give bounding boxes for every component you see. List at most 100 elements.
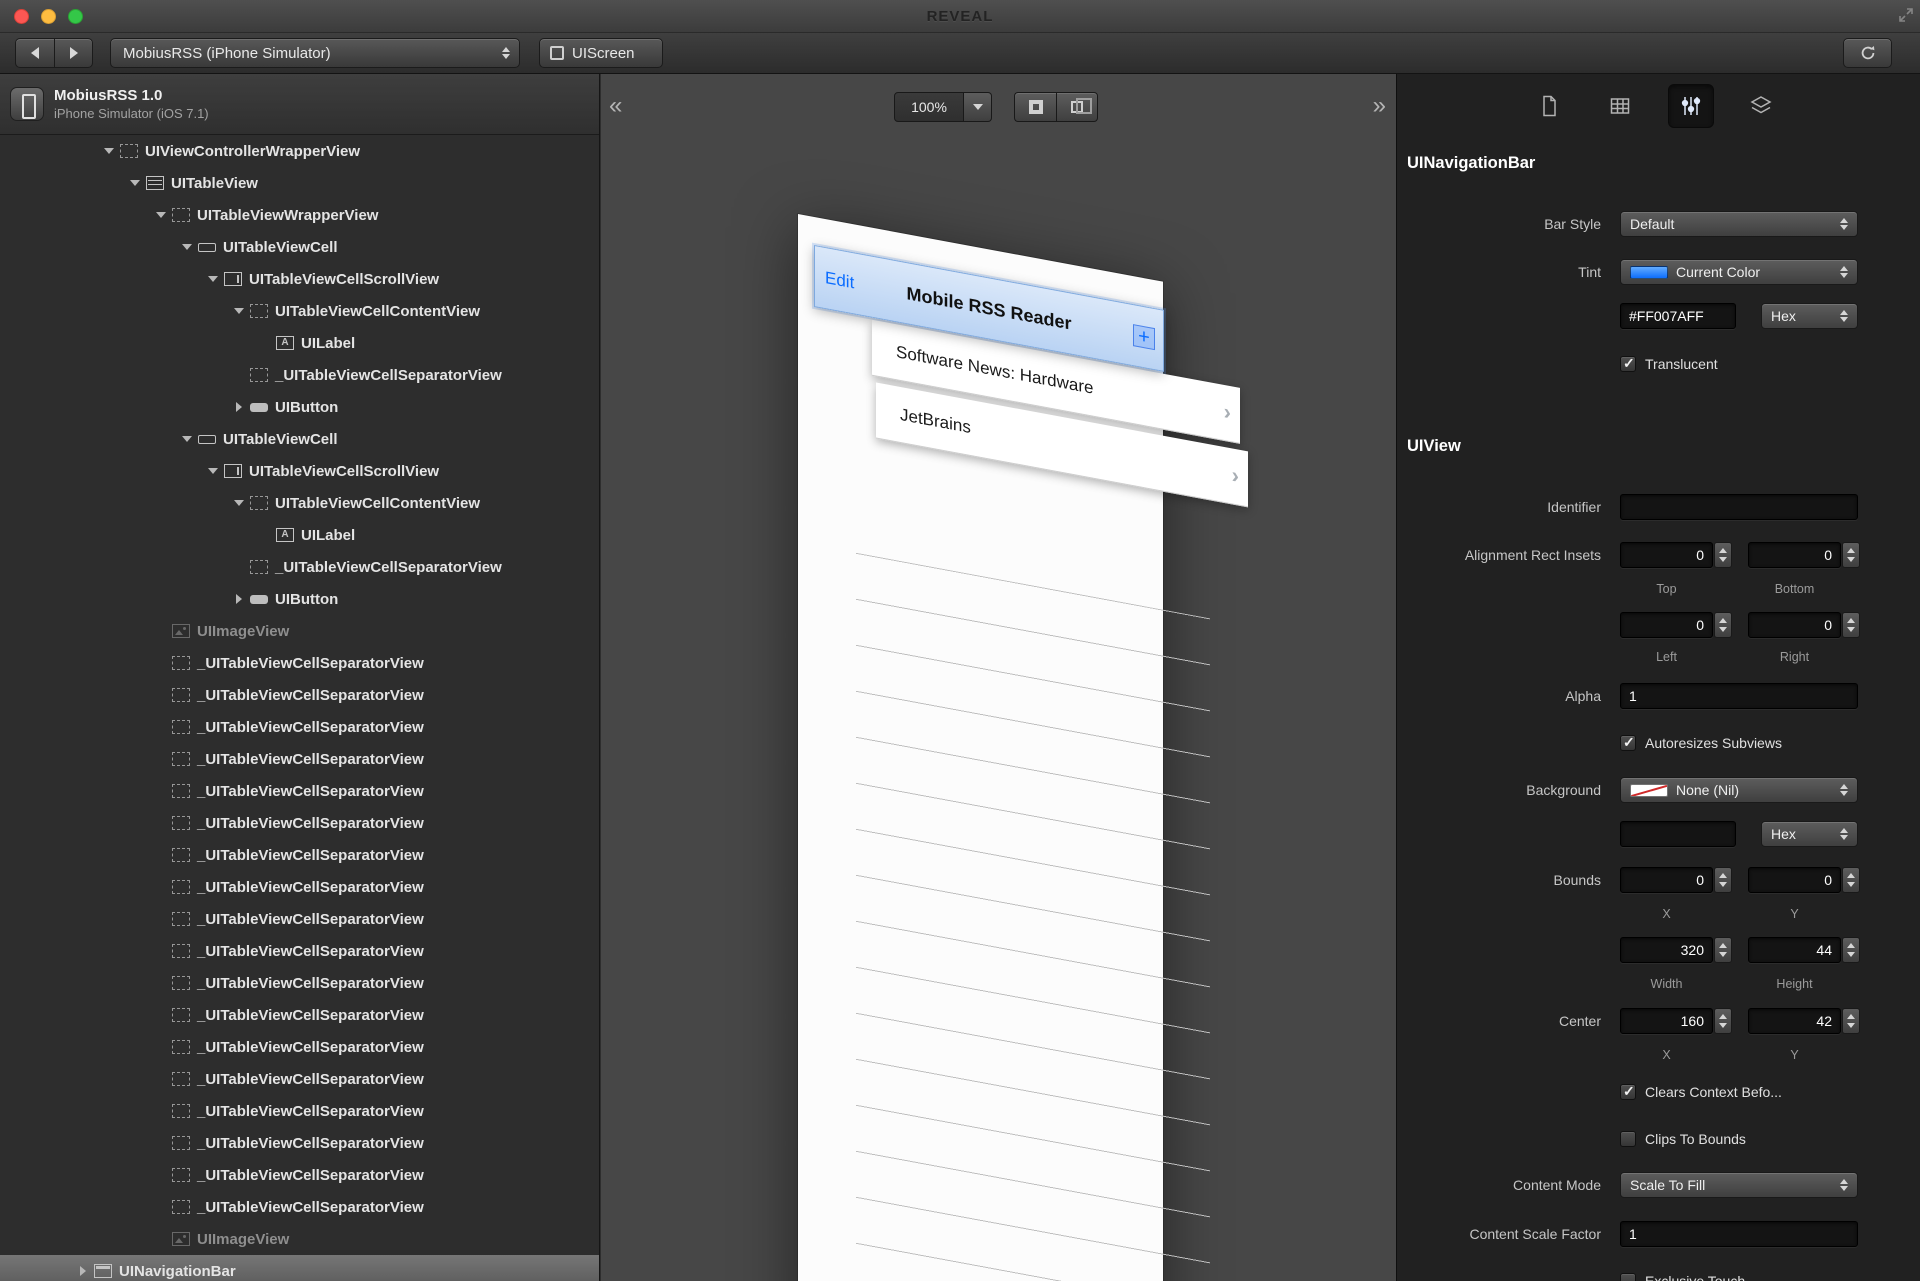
insets-left-stepper[interactable] bbox=[1714, 612, 1732, 638]
tree-row[interactable]: _UITableViewCellSeparatorView bbox=[0, 1159, 599, 1191]
tree-row[interactable]: _UITableViewCellSeparatorView bbox=[0, 935, 599, 967]
tree-row[interactable]: UIImageView bbox=[0, 615, 599, 647]
clears-context-checkbox[interactable] bbox=[1620, 1083, 1636, 1100]
insets-bottom-field[interactable]: 0 bbox=[1748, 542, 1841, 568]
tree-row[interactable]: _UITableViewCellSeparatorView bbox=[0, 775, 599, 807]
tree-row[interactable]: UITableViewCellContentView bbox=[0, 487, 599, 519]
collapse-left-panel-button[interactable]: « bbox=[609, 94, 622, 118]
disclosure-triangle[interactable] bbox=[150, 212, 172, 218]
disclosure-triangle[interactable] bbox=[202, 468, 224, 474]
tree-row[interactable]: _UITableViewCellSeparatorView bbox=[0, 839, 599, 871]
focused-view-button[interactable]: UIScreen bbox=[539, 38, 663, 68]
insets-top-field[interactable]: 0 bbox=[1620, 542, 1713, 568]
tree-row[interactable]: UITableViewCellScrollView bbox=[0, 455, 599, 487]
tree-row[interactable]: UILabel bbox=[0, 519, 599, 551]
tab-attributes-inspector[interactable] bbox=[1668, 84, 1714, 128]
tree-row[interactable]: _UITableViewCellSeparatorView bbox=[0, 807, 599, 839]
tree-row[interactable]: _UITableViewCellSeparatorView bbox=[0, 903, 599, 935]
zoom-dropdown-button[interactable] bbox=[964, 92, 992, 122]
tree-row[interactable]: _UITableViewCellSeparatorView bbox=[0, 647, 599, 679]
bounds-y-stepper[interactable] bbox=[1842, 867, 1860, 893]
disclosure-triangle[interactable] bbox=[124, 180, 146, 186]
tree-row[interactable]: _UITableViewCellSeparatorView bbox=[0, 871, 599, 903]
insets-left-field[interactable]: 0 bbox=[1620, 612, 1713, 638]
autoresizes-checkbox[interactable] bbox=[1620, 734, 1636, 751]
fullscreen-icon[interactable] bbox=[1898, 7, 1914, 28]
tree-row[interactable]: UITableViewCell bbox=[0, 423, 599, 455]
insets-right-field[interactable]: 0 bbox=[1748, 612, 1841, 638]
app-selector-dropdown[interactable]: MobiusRSS (iPhone Simulator) bbox=[110, 38, 520, 68]
view-mode-3d-button[interactable] bbox=[1056, 92, 1098, 122]
collapse-right-panel-button[interactable]: » bbox=[1373, 94, 1386, 118]
tree-row[interactable]: UIImageView bbox=[0, 1223, 599, 1255]
tree-row[interactable]: _UITableViewCellSeparatorView bbox=[0, 1031, 599, 1063]
tree-row[interactable]: _UITableViewCellSeparatorView bbox=[0, 359, 599, 391]
center-y-stepper[interactable] bbox=[1842, 1008, 1860, 1034]
tree-row[interactable]: UITableViewCellScrollView bbox=[0, 263, 599, 295]
disclosure-triangle[interactable] bbox=[176, 436, 198, 442]
forward-button[interactable] bbox=[54, 38, 93, 68]
bounds-width-stepper[interactable] bbox=[1714, 937, 1732, 963]
identifier-field[interactable] bbox=[1620, 494, 1858, 520]
view-mode-2d-button[interactable] bbox=[1014, 92, 1056, 122]
center-x-stepper[interactable] bbox=[1714, 1008, 1732, 1034]
bounds-width-field[interactable]: 320 bbox=[1620, 937, 1713, 963]
hex-unit-dropdown[interactable]: Hex bbox=[1761, 821, 1858, 847]
tree-row[interactable]: _UITableViewCellSeparatorView bbox=[0, 551, 599, 583]
disclosure-triangle[interactable] bbox=[228, 594, 250, 604]
tree-row[interactable]: _UITableViewCellSeparatorView bbox=[0, 1063, 599, 1095]
tree-row[interactable]: UINavigationBar bbox=[0, 1255, 599, 1281]
disclosure-triangle[interactable] bbox=[228, 402, 250, 412]
bounds-x-stepper[interactable] bbox=[1714, 867, 1732, 893]
tree-row[interactable]: _UITableViewCellSeparatorView bbox=[0, 1095, 599, 1127]
center-y-field[interactable]: 42 bbox=[1748, 1008, 1841, 1034]
tree-row[interactable]: _UITableViewCellSeparatorView bbox=[0, 679, 599, 711]
bar-style-dropdown[interactable]: Default bbox=[1620, 211, 1858, 237]
disclosure-triangle[interactable] bbox=[228, 308, 250, 314]
tree-row[interactable]: UIViewControllerWrapperView bbox=[0, 135, 599, 167]
exclusive-touch-checkbox[interactable] bbox=[1620, 1273, 1636, 1281]
tint-hex-field[interactable]: #FF007AFF bbox=[1620, 303, 1736, 329]
edit-button[interactable]: Edit bbox=[825, 268, 854, 293]
3d-scene[interactable]: Software News: Hardware › JetBrains › Ed… bbox=[798, 214, 1248, 1281]
tree-row[interactable]: UITableViewCellContentView bbox=[0, 295, 599, 327]
bounds-height-field[interactable]: 44 bbox=[1748, 937, 1841, 963]
tree-row[interactable]: _UITableViewCellSeparatorView bbox=[0, 967, 599, 999]
bounds-height-stepper[interactable] bbox=[1842, 937, 1860, 963]
insets-right-stepper[interactable] bbox=[1842, 612, 1860, 638]
tree-row[interactable]: _UITableViewCellSeparatorView bbox=[0, 743, 599, 775]
hex-unit-dropdown[interactable]: Hex bbox=[1761, 303, 1858, 329]
bounds-x-field[interactable]: 0 bbox=[1620, 867, 1713, 893]
alpha-field[interactable]: 1 bbox=[1620, 683, 1858, 709]
canvas[interactable]: « » 100% Software News: Hardware › JetBr… bbox=[601, 74, 1396, 1281]
background-dropdown[interactable]: None (Nil) bbox=[1620, 777, 1858, 803]
disclosure-triangle[interactable] bbox=[228, 500, 250, 506]
tab-layers-inspector[interactable] bbox=[1738, 84, 1784, 128]
bounds-y-field[interactable]: 0 bbox=[1748, 867, 1841, 893]
disclosure-triangle[interactable] bbox=[72, 1266, 94, 1276]
translucent-checkbox[interactable] bbox=[1620, 355, 1636, 372]
tab-identity-inspector[interactable] bbox=[1526, 84, 1572, 128]
disclosure-triangle[interactable] bbox=[202, 276, 224, 282]
tree-row[interactable]: UITableViewWrapperView bbox=[0, 199, 599, 231]
background-hex-field[interactable] bbox=[1620, 821, 1736, 847]
tree-row[interactable]: UILabel bbox=[0, 327, 599, 359]
disclosure-triangle[interactable] bbox=[176, 244, 198, 250]
tree-row[interactable]: _UITableViewCellSeparatorView bbox=[0, 711, 599, 743]
tree-row[interactable]: _UITableViewCellSeparatorView bbox=[0, 1191, 599, 1223]
content-scale-field[interactable]: 1 bbox=[1620, 1221, 1858, 1247]
tree-row[interactable]: _UITableViewCellSeparatorView bbox=[0, 1127, 599, 1159]
back-button[interactable] bbox=[15, 38, 54, 68]
disclosure-triangle[interactable] bbox=[98, 148, 120, 154]
tree-row[interactable]: UITableView bbox=[0, 167, 599, 199]
tint-dropdown[interactable]: Current Color bbox=[1620, 259, 1858, 285]
insets-top-stepper[interactable] bbox=[1714, 542, 1732, 568]
tab-layout-inspector[interactable] bbox=[1597, 84, 1643, 128]
clips-to-bounds-checkbox[interactable] bbox=[1620, 1131, 1636, 1147]
tree-row[interactable]: _UITableViewCellSeparatorView bbox=[0, 999, 599, 1031]
tree-row[interactable]: UITableViewCell bbox=[0, 231, 599, 263]
content-mode-dropdown[interactable]: Scale To Fill bbox=[1620, 1172, 1858, 1198]
insets-bottom-stepper[interactable] bbox=[1842, 542, 1860, 568]
tree-row[interactable]: UIButton bbox=[0, 391, 599, 423]
add-button[interactable]: + bbox=[1133, 324, 1155, 351]
